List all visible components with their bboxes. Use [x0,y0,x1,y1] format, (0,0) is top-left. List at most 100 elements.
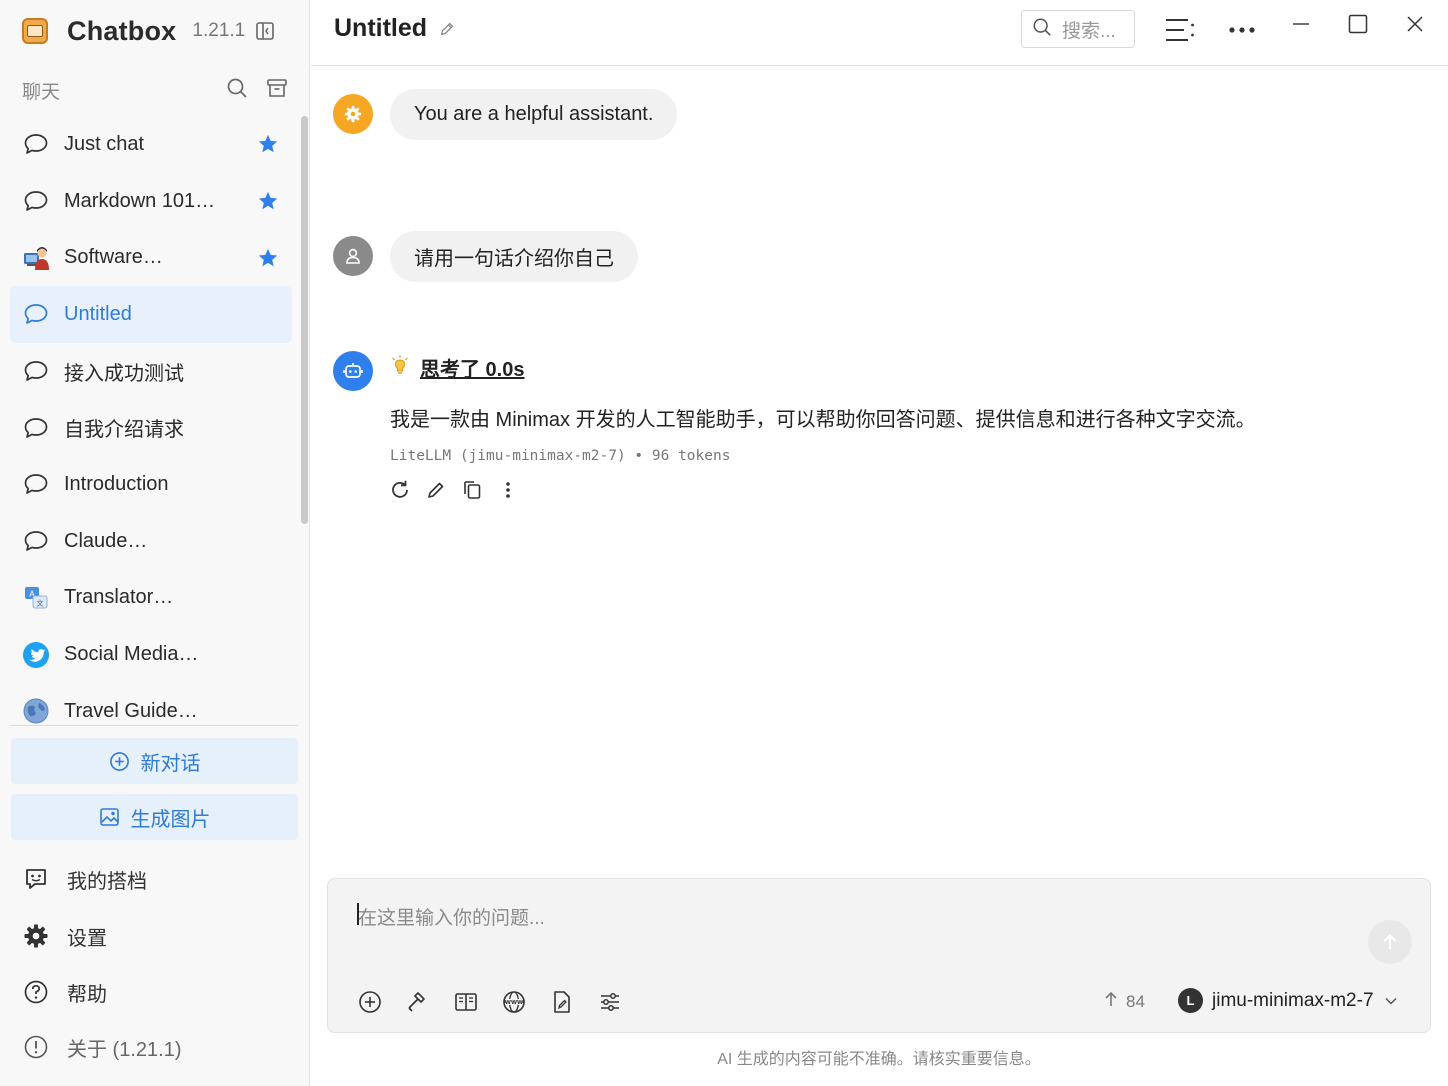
sidebar-item-chat[interactable]: A 文 Translator… [10,570,292,627]
generate-image-button[interactable]: 生成图片 [11,794,298,840]
arrow-up-small-icon [1104,991,1118,1012]
disclaimer-text: AI 生成的内容可能不准确。请核实重要信息。 [717,1051,1041,1068]
help-item[interactable]: 帮助 [22,974,107,1010]
chat-bubble-icon [22,187,50,215]
knowledge-book-icon[interactable] [453,989,479,1015]
regenerate-icon[interactable] [388,478,412,502]
sidebar-item-chat[interactable]: Claude… [10,513,292,570]
web-search-globe-icon[interactable]: WWW [501,989,527,1015]
sidebar-item-chat[interactable]: Just chat [10,116,292,173]
chat-bubble-icon [22,527,50,555]
plus-circle-icon [109,750,131,772]
user-message-bubble: 请用一句话介绍你自己 [390,231,638,282]
model-name: jimu-minimax-m2-7 [1212,989,1374,1011]
my-partners-label: 我的搭档 [67,870,147,893]
edit-message-icon[interactable] [424,478,448,502]
gear-icon [22,922,50,950]
token-count-value: 84 [1126,991,1145,1011]
text-caret [357,903,359,925]
chevron-down-icon [1384,994,1398,1008]
search-icon [1032,17,1052,42]
bot-chat-icon [22,865,50,893]
top-bar: Untitled 搜索... [311,0,1448,66]
sidebar-item-chat[interactable]: Social Media… [10,626,292,683]
help-label: 帮助 [67,983,107,1006]
message-input[interactable] [356,901,1340,945]
chat-title: Translator… [64,586,174,609]
chat-list: Just chat Markdown 101… Software… Untitled 接… [10,116,292,724]
image-sparkle-icon [99,806,121,828]
sidebar-item-chat[interactable]: Software… [10,229,292,286]
svg-text:文: 文 [37,598,44,607]
lightbulb-icon [390,354,410,381]
chat-title: Travel Guide… [64,699,198,722]
composer: WWW 84 L jimu-minimax-m2-7 [327,878,1431,1033]
collapse-sidebar-icon[interactable] [255,21,275,41]
sidebar-item-chat[interactable]: Introduction [10,456,292,513]
chats-section-title: 聊天 [22,81,61,103]
thread-list-icon[interactable] [1162,12,1198,48]
translator-avatar-icon: A文 [22,584,50,612]
globe-avatar-icon [22,697,50,724]
more-vertical-icon[interactable] [496,478,520,502]
chat-title: 自我介绍请求 [64,419,184,442]
sidebar-item-chat[interactable]: Untitled [10,286,292,343]
attach-plus-icon[interactable] [357,989,383,1015]
copy-icon[interactable] [460,478,484,502]
chat-bubble-icon [22,470,50,498]
developer-avatar-icon [22,244,50,272]
scrollbar-thumb[interactable] [301,116,308,524]
chat-title: Claude… [64,529,148,552]
search-chats-icon[interactable] [226,77,248,104]
bot-avatar-icon [333,351,373,391]
settings-sliders-icon[interactable] [597,989,623,1015]
send-button[interactable] [1368,920,1412,964]
twitter-bird-icon [22,641,50,669]
new-chat-label: 新对话 [140,752,201,775]
message-actions [388,478,520,502]
tools-hammer-icon[interactable] [405,989,431,1015]
sidebar-item-chat[interactable]: Travel Guide… [10,683,292,724]
model-avatar: L [1178,988,1203,1013]
edit-title-icon[interactable] [438,20,458,40]
new-chat-button[interactable]: 新对话 [11,738,298,784]
app-name: Chatbox [67,15,177,46]
star-icon[interactable] [256,132,280,156]
arrow-up-icon [1383,934,1397,949]
svg-text:WWW: WWW [505,1000,523,1006]
star-icon[interactable] [256,246,280,270]
settings-label: 设置 [67,927,107,950]
search-placeholder: 搜索... [1062,20,1116,42]
system-message-bubble: You are a helpful assistant. [390,89,678,140]
about-item[interactable]: 关于 (1.21.1) [22,1029,181,1065]
thinking-toggle[interactable]: 思考了 0.0s [390,353,524,382]
chat-title: Untitled [64,302,132,325]
star-icon[interactable] [256,189,280,213]
sidebar-item-chat[interactable]: 自我介绍请求 [10,399,292,456]
archive-icon[interactable] [266,77,288,104]
sidebar-item-chat[interactable]: Markdown 101… [10,173,292,230]
info-circle-icon [22,1033,50,1061]
chat-title: Just chat [64,132,145,155]
message-meta: LiteLLM (jimu-minimax-m2-7) • 96 tokens [390,448,731,464]
chat-title: Markdown 101… [64,189,216,212]
chat-bubble-icon [22,414,50,442]
my-partners-item[interactable]: 我的搭档 [22,861,147,897]
chat-title: 接入成功测试 [64,362,184,385]
settings-item[interactable]: 设置 [22,918,107,954]
chat-bubble-icon [22,300,50,328]
chat-title: Introduction [64,472,169,495]
close-window-icon[interactable] [1397,6,1433,42]
search-input[interactable]: 搜索... [1021,10,1135,48]
sidebar-item-chat[interactable]: 接入成功测试 [10,343,292,400]
app-version: 1.21.1 [192,20,246,41]
divider [10,725,298,726]
chats-section-header: 聊天 [22,76,288,104]
minimize-window-icon[interactable] [1283,6,1319,42]
more-options-icon[interactable] [1224,12,1260,48]
maximize-window-icon[interactable] [1340,6,1376,42]
file-edit-icon[interactable] [549,989,575,1015]
page-title: Untitled [334,14,428,42]
thinking-label: 思考了 0.0s [420,359,525,381]
model-selector[interactable]: L jimu-minimax-m2-7 [1178,988,1398,1013]
